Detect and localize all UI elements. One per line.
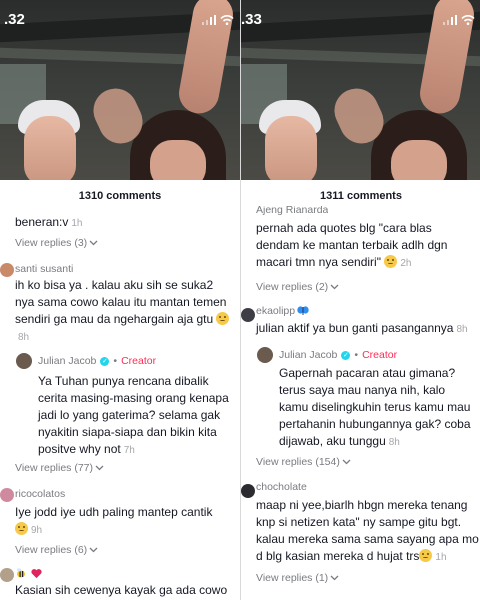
comment-username[interactable]: ricocolatos — [15, 488, 65, 500]
chevron-down-icon — [330, 284, 339, 290]
comment-username[interactable]: santi susanti — [15, 263, 73, 275]
comment[interactable]: Gapernah pacaran atau gimana? terus saya… — [279, 365, 477, 451]
comment[interactable]: Kasian sih cewenya kayak ga ada cowo — [15, 582, 240, 599]
emoji-icon — [15, 522, 28, 535]
comment-text: julian aktif ya bun ganti pasangannya — [256, 321, 454, 335]
comment[interactable]: Iye jodd iye udh paling mantep cantik 9h — [15, 504, 233, 539]
chevron-down-icon — [342, 459, 351, 465]
comment[interactable]: Ya Tuhan punya rencana dibalik cerita ma… — [38, 373, 234, 459]
emoji-icon — [384, 255, 398, 268]
verified-icon: ✓ — [100, 356, 110, 366]
comment-text: beneran:v — [15, 215, 69, 229]
view-replies-button[interactable]: View replies (77) — [15, 462, 104, 474]
bee-icon — [17, 568, 25, 578]
view-replies-button[interactable]: View replies (3) — [15, 237, 98, 249]
wifi-icon — [461, 14, 475, 25]
comment-time: 7h — [123, 445, 135, 456]
status-bar: .33 — [241, 0, 480, 36]
comment-text: ih ko bisa ya . kalau aku sih se suka2 n… — [15, 278, 227, 326]
status-bar: .32 — [0, 0, 240, 36]
comment-time: 8h — [18, 332, 30, 343]
comment-text: Gapernah pacaran atau gimana? terus saya… — [279, 366, 471, 448]
wifi-icon — [220, 14, 234, 25]
video-player[interactable]: .33 — [241, 0, 480, 180]
chevron-down-icon — [95, 465, 104, 471]
comment-username[interactable]: ekaolipp — [256, 305, 309, 317]
comment-time: 9h — [31, 525, 43, 536]
comment[interactable]: beneran:v 1h — [15, 214, 230, 232]
status-time: .33 — [241, 11, 262, 28]
left-screenshot: .32 1310 comments beneran:v 1h View repli… — [0, 0, 240, 600]
comment-username[interactable]: chocholate — [256, 481, 307, 493]
comment-text: pernah ada quotes blg "cara blas dendam … — [256, 221, 448, 269]
comment-text: Iye jodd iye udh paling mantep cantik — [15, 505, 213, 519]
comment[interactable]: maap ni yee,biarlh hbgn mereka tenang kn… — [256, 497, 480, 566]
heart-icon — [31, 569, 43, 579]
verified-icon: ✓ — [341, 350, 351, 360]
comment[interactable]: ih ko bisa ya . kalau aku sih se suka2 n… — [15, 277, 233, 346]
avatar[interactable] — [0, 568, 14, 582]
right-screenshot: .33 1311 comments Ajeng Rianarda pernah … — [241, 0, 480, 600]
butterfly-icon — [297, 306, 309, 315]
comment-count: 1311 comments — [320, 190, 402, 202]
avatar[interactable] — [0, 263, 14, 277]
creator-username[interactable]: Julian Jacob ✓ • Creator — [279, 349, 397, 361]
comment-time: 8h — [456, 324, 468, 335]
avatar[interactable] — [241, 308, 255, 322]
view-replies-button[interactable]: View replies (154) — [256, 456, 351, 468]
comment-time: 1h — [71, 218, 83, 229]
view-replies-button[interactable]: View replies (6) — [15, 544, 98, 556]
chevron-down-icon — [89, 240, 98, 246]
creator-username[interactable]: Julian Jacob ✓ • Creator — [38, 355, 156, 367]
comment-text: Kasian sih cewenya kayak ga ada cowo — [15, 583, 228, 597]
avatar[interactable] — [16, 353, 32, 369]
status-time: .32 — [4, 11, 25, 28]
avatar[interactable] — [257, 347, 273, 363]
signal-icon — [201, 15, 216, 25]
comment[interactable]: julian aktif ya bun ganti pasangannya 8h — [256, 320, 478, 338]
emoji-icon — [216, 312, 230, 325]
avatar[interactable] — [241, 484, 255, 498]
chevron-down-icon — [330, 575, 339, 581]
avatar[interactable] — [0, 488, 14, 502]
comment-time: 8h — [388, 437, 400, 448]
comment-text: Ya Tuhan punya rencana dibalik cerita ma… — [38, 374, 229, 456]
view-replies-button[interactable]: View replies (2) — [256, 281, 339, 293]
creator-label: Creator — [121, 355, 157, 367]
chevron-down-icon — [89, 547, 98, 553]
signal-icon — [442, 15, 457, 25]
comment-time: 2h — [400, 258, 412, 269]
view-replies-button[interactable]: View replies (1) — [256, 572, 339, 584]
creator-label: Creator — [362, 349, 398, 361]
comment-username[interactable]: Ajeng Rianarda — [256, 206, 328, 215]
comments-sheet: 1310 comments beneran:v 1h View replies (… — [0, 180, 240, 600]
comment-time: 1h — [435, 552, 447, 563]
comments-sheet: 1311 comments Ajeng Rianarda pernah ada … — [241, 180, 480, 600]
comment[interactable]: pernah ada quotes blg "cara blas dendam … — [256, 220, 478, 272]
emoji-icon — [419, 549, 433, 562]
comment-count: 1310 comments — [78, 190, 162, 202]
video-player[interactable]: .32 — [0, 0, 240, 180]
